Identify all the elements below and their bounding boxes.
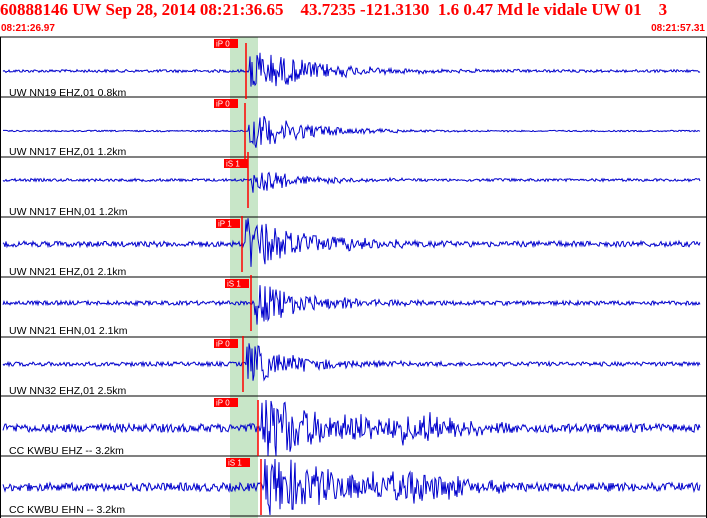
- waveform-trace: [2, 343, 701, 382]
- pick-label: iP 0: [216, 40, 230, 49]
- trace-label: UW NN21 EHN,01 2.1km: [9, 325, 128, 337]
- pick-label: iS 1: [227, 280, 241, 289]
- pick-label: iP 1: [218, 220, 232, 229]
- pick-label: iS 1: [228, 459, 242, 468]
- trace-label: UW NN21 EHZ,01 2.1km: [9, 266, 127, 278]
- trace-label: UW NN17 EHN,01 1.2km: [9, 206, 128, 218]
- trace-label: CC KWBU EHN -- 3.2km: [9, 504, 125, 516]
- seismogram-screen: 60888146 UW Sep 28, 2014 08:21:36.65 43.…: [0, 0, 707, 518]
- waveform-trace: [3, 116, 701, 148]
- pick-label: iS 1: [226, 160, 240, 169]
- waveform-trace: [2, 52, 701, 87]
- trace-label: UW NN19 EHZ,01 0.8km: [9, 87, 127, 99]
- trace-label: UW NN32 EHZ,01 2.5km: [9, 385, 127, 397]
- waveform-trace: [2, 218, 701, 267]
- waveform-trace: [2, 171, 701, 193]
- waveform-trace: [2, 285, 701, 325]
- seismogram-plot[interactable]: iP 0 UW NN19 EHZ,01 0.8km iP 0 UW NN17 EHZ,…: [0, 0, 707, 518]
- pick-label: iP 0: [216, 100, 230, 109]
- pick-label: iP 0: [216, 399, 230, 408]
- trace-label: CC KWBU EHZ -- 3.2km: [9, 445, 124, 457]
- trace-label: UW NN17 EHZ,01 1.2km: [9, 146, 127, 158]
- pick-label: iP 0: [216, 340, 230, 349]
